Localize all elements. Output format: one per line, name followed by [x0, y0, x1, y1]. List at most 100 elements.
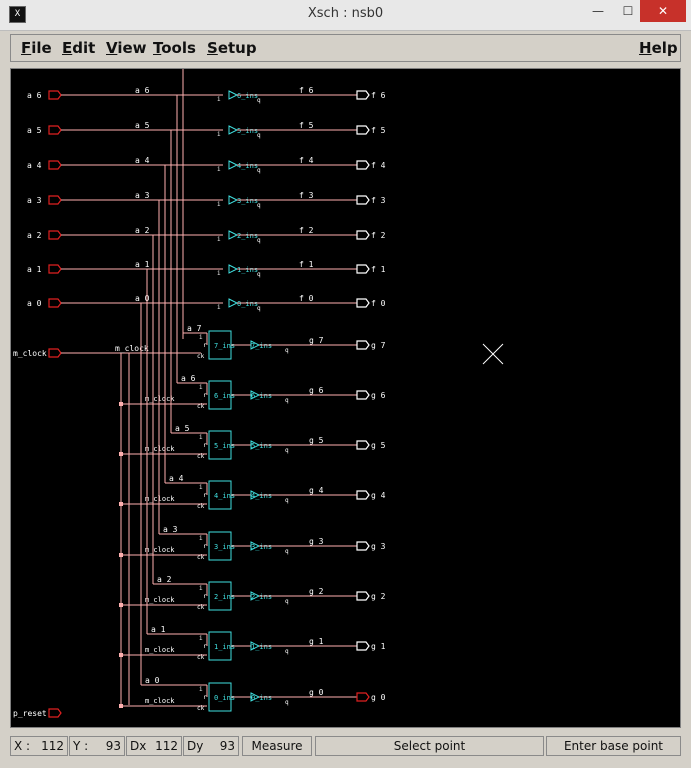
ff-buffer-pin-q5: q [285, 598, 289, 605]
ff-label3: 4_ins [214, 492, 235, 500]
ff-net-label5: a 2 [157, 575, 172, 584]
x-coordinate-field: X : 112 [10, 736, 68, 756]
close-button[interactable]: ✕ [640, 0, 686, 22]
buffer-pin-i4: i [217, 236, 221, 243]
output-port-g2 [356, 440, 370, 450]
net-label-g7: g 0 [309, 688, 324, 697]
menu-help[interactable]: Help [639, 39, 678, 57]
output-port-g7 [356, 692, 370, 702]
output-label-g2: g 5 [371, 441, 386, 450]
x-label: X : [14, 739, 31, 753]
ff-buffer-pin-q3: q [285, 497, 289, 504]
net-label-f1: f 5 [299, 121, 314, 130]
menu-file[interactable]: File [21, 39, 52, 57]
buffer-pin-q6: q [257, 305, 261, 312]
menu-view[interactable]: View [106, 39, 147, 57]
input-label-clock: m_clock [13, 349, 47, 358]
output-label-f2: f 4 [371, 161, 386, 170]
net-label-g6: g 1 [309, 637, 324, 646]
output-port-f2 [356, 160, 370, 170]
dy-label: Dy [187, 739, 204, 753]
buffer-pin-i0: i [217, 96, 221, 103]
input-label-a0: a 6 [27, 91, 42, 100]
ff-pin-i2: i [199, 434, 203, 441]
input-port-a6 [48, 298, 62, 308]
dx-value: 112 [155, 739, 178, 753]
buffer-label4: 2_ins [237, 232, 258, 240]
output-label-g6: g 1 [371, 642, 386, 651]
net-label-f5: f 1 [299, 260, 314, 269]
buffer-symbol2 [228, 160, 239, 170]
ff-pin-i6: i [199, 635, 203, 642]
buffer-label6: 0_ins [237, 300, 258, 308]
output-port-f1 [356, 125, 370, 135]
ff-net-label3: a 4 [169, 474, 184, 483]
ff-buffer-pin-q2: q [285, 447, 289, 454]
ff-label6: 1_ins [214, 643, 235, 651]
dy-field: Dy 93 [183, 736, 239, 756]
ff-buffer-label2: 5_ins [251, 442, 272, 450]
ff-buffer-label4: 3_ins [251, 543, 272, 551]
ff-pin-ck0: ck [197, 353, 205, 360]
output-port-g3 [356, 490, 370, 500]
minimize-button[interactable]: — [583, 0, 613, 22]
output-port-g5 [356, 591, 370, 601]
buffer-pin-q2: q [257, 167, 261, 174]
ff-clock-label4: m_clock [145, 546, 175, 554]
buffer-pin-i2: i [217, 166, 221, 173]
output-port-g0 [356, 340, 370, 350]
net-label-a4: a 2 [135, 226, 150, 235]
ff-net-label6: a 1 [151, 625, 166, 634]
menu-edit[interactable]: Edit [62, 39, 95, 57]
ff-clock-label6: m_clock [145, 646, 175, 654]
ff-pin-i5: i [199, 585, 203, 592]
net-label-g4: g 3 [309, 537, 324, 546]
ff-pin-r5: r [203, 593, 207, 600]
input-label-a6: a 0 [27, 299, 42, 308]
measure-button[interactable]: Measure [242, 736, 312, 756]
net-label-a3: a 3 [135, 191, 150, 200]
y-value: 93 [105, 739, 121, 753]
buffer-symbol0 [228, 90, 239, 100]
x-value: 112 [41, 739, 64, 753]
input-label-a3: a 3 [27, 196, 42, 205]
ff-label4: 3_ins [214, 543, 235, 551]
schematic-canvas[interactable]: a 6a 6 i 6_ins q f 6f 6a 5a 5 i 5_ins q f 5f 5a … [10, 68, 681, 728]
buffer-label3: 3_ins [237, 197, 258, 205]
input-label-reset: p_reset [13, 709, 47, 718]
input-label-a1: a 5 [27, 126, 42, 135]
dx-label: Dx [130, 739, 147, 753]
schematic-drawing[interactable]: a 6a 6i 6_insqf 6f 6a 5a 5i 5_insqf 5f 5a … [11, 69, 680, 727]
output-label-f5: f 1 [371, 265, 386, 274]
output-port-f5 [356, 264, 370, 274]
ff-buffer-label0: 7_ins [251, 342, 272, 350]
menu-setup[interactable]: Setup [207, 39, 257, 57]
ff-pin-ck5: ck [197, 604, 205, 611]
ff-net-label4: a 3 [163, 525, 178, 534]
enter-base-point-button[interactable]: Enter base point [546, 736, 681, 756]
ff-pin-i4: i [199, 535, 203, 542]
ff-pin-i7: i [199, 686, 203, 693]
ff-buffer-label3: 4_ins [251, 492, 272, 500]
output-label-g0: g 7 [371, 341, 386, 350]
output-label-f3: f 3 [371, 196, 386, 205]
output-label-g3: g 4 [371, 491, 386, 500]
buffer-pin-i1: i [217, 131, 221, 138]
select-point-button[interactable]: Select point [315, 736, 544, 756]
input-port-a4 [48, 230, 62, 240]
output-port-f3 [356, 195, 370, 205]
ff-clock-label5: m_clock [145, 596, 175, 604]
net-label-clock: m_clock [115, 344, 149, 353]
net-label-g2: g 5 [309, 436, 324, 445]
ff-buffer-pin-q1: q [285, 397, 289, 404]
buffer-label1: 5_ins [237, 127, 258, 135]
buffer-label2: 4_ins [237, 162, 258, 170]
buffer-symbol4 [228, 230, 239, 240]
net-label-f3: f 3 [299, 191, 314, 200]
ff-buffer-pin-q4: q [285, 548, 289, 555]
output-port-f0 [356, 90, 370, 100]
maximize-button[interactable]: ☐ [613, 0, 643, 22]
ff-buffer-label5: 2_ins [251, 593, 272, 601]
menu-tools[interactable]: Tools [153, 39, 196, 57]
ff-buffer-label6: 1_ins [251, 643, 272, 651]
